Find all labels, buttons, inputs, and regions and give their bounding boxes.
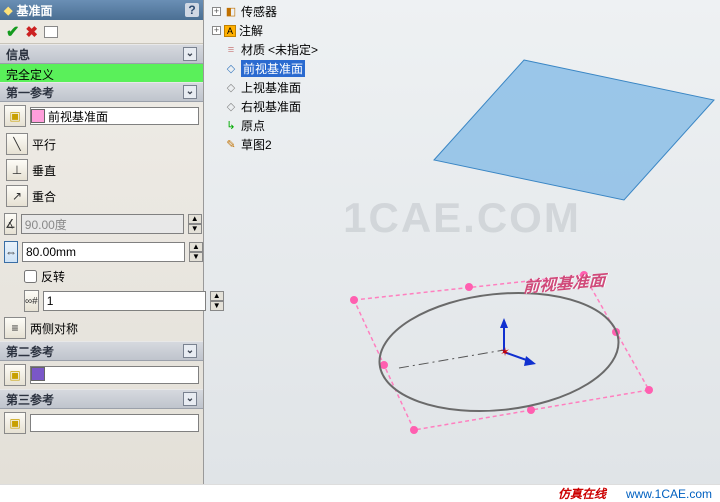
chevron-icon[interactable]: ⌄ bbox=[183, 392, 197, 406]
section-ref2-header[interactable]: 第二参考 ⌄ bbox=[0, 341, 203, 361]
ref2-swatch bbox=[31, 367, 45, 381]
inst-spin-down[interactable]: ▼ bbox=[210, 301, 224, 311]
instances-input[interactable] bbox=[43, 291, 206, 311]
footer-bar: 仿真在线 www.1CAE.com bbox=[0, 484, 720, 502]
ref3-selection-row: ▣ bbox=[0, 409, 203, 437]
constraint-coincident[interactable]: ↗重合 bbox=[4, 184, 199, 208]
inst-spin-up[interactable]: ▲ bbox=[210, 291, 224, 301]
help-button[interactable]: ? bbox=[185, 3, 199, 17]
tree-node-right-plane[interactable]: ◇右视基准面 bbox=[212, 97, 378, 116]
ref1-value: 前视基准面 bbox=[45, 108, 111, 125]
ref1-icon[interactable]: ▣ bbox=[4, 105, 26, 127]
section-ref3-header[interactable]: 第三参考 ⌄ bbox=[0, 389, 203, 409]
centerline bbox=[399, 350, 504, 368]
chevron-icon[interactable]: ⌄ bbox=[183, 47, 197, 61]
tree-node-annotations[interactable]: +A注解 bbox=[212, 21, 378, 40]
pm-title-bar: ◆ 基准面 ? bbox=[0, 0, 203, 20]
pm-title-text: 基准面 bbox=[16, 2, 52, 19]
footer-brand: 仿真在线 bbox=[558, 485, 606, 502]
origin-triad: ✶ bbox=[500, 318, 536, 366]
ref1-selection-row: ▣ 前视基准面 bbox=[0, 102, 203, 130]
dist-spin-up[interactable]: ▲ bbox=[189, 242, 203, 252]
expand-icon[interactable]: + bbox=[212, 26, 221, 35]
flip-checkbox[interactable] bbox=[24, 270, 37, 283]
status-fully-defined: 完全定义 bbox=[0, 64, 203, 82]
tree-node-front-plane[interactable]: ◇前视基准面 bbox=[212, 59, 378, 78]
flip-checkbox-row[interactable]: 反转 bbox=[0, 266, 203, 287]
tree-node-origin[interactable]: ↳原点 bbox=[212, 116, 378, 135]
constraint-parallel[interactable]: ╲平行 bbox=[4, 132, 199, 156]
svg-text:✶: ✶ bbox=[500, 345, 510, 359]
distance-icon[interactable]: ⇔ bbox=[4, 241, 18, 263]
tree-node-sketch2[interactable]: ✎草图2 bbox=[212, 135, 378, 154]
ref1-selection-box[interactable]: 前视基准面 bbox=[30, 107, 199, 125]
ref3-icon[interactable]: ▣ bbox=[4, 412, 26, 434]
pm-confirm-bar: ✔ ✖ bbox=[0, 20, 203, 44]
section-info-header[interactable]: 信息 ⌄ bbox=[0, 44, 203, 64]
sketch-ellipse[interactable] bbox=[374, 282, 625, 422]
footer-url: www.1CAE.com bbox=[626, 487, 712, 501]
tree-node-material[interactable]: ≡材质<未指定> bbox=[212, 40, 378, 59]
cancel-button[interactable]: ✖ bbox=[25, 23, 38, 41]
symmetric-option[interactable]: ≡两侧对称 bbox=[0, 315, 203, 341]
ref2-selection-row: ▣ bbox=[0, 361, 203, 389]
angle-spin-up: ▲ bbox=[188, 214, 202, 224]
distance-input[interactable] bbox=[22, 242, 185, 262]
distance-row: ⇔ ▲▼ bbox=[0, 238, 203, 266]
symmetric-icon: ≡ bbox=[4, 317, 26, 339]
instances-row: ∞# ▲▼ bbox=[0, 287, 203, 315]
chevron-icon[interactable]: ⌄ bbox=[183, 344, 197, 358]
instances-icon: ∞# bbox=[24, 290, 39, 312]
plane-icon: ◆ bbox=[4, 4, 12, 17]
tree-node-sensors[interactable]: +◧传感器 bbox=[212, 2, 378, 21]
ref2-selection-box[interactable] bbox=[30, 366, 199, 384]
chevron-icon[interactable]: ⌄ bbox=[183, 85, 197, 99]
dist-spin-down[interactable]: ▼ bbox=[189, 252, 203, 262]
coincident-icon: ↗ bbox=[6, 185, 28, 207]
perp-icon: ⊥ bbox=[6, 159, 28, 181]
tree-node-top-plane[interactable]: ◇上视基准面 bbox=[212, 78, 378, 97]
ref1-swatch bbox=[31, 109, 45, 123]
ref2-icon[interactable]: ▣ bbox=[4, 364, 26, 386]
angle-input bbox=[21, 214, 184, 234]
constraint-perpendicular[interactable]: ⊥垂直 bbox=[4, 158, 199, 182]
feature-tree[interactable]: +◧传感器 +A注解 ≡材质<未指定> ◇前视基准面 ◇上视基准面 ◇右视基准面… bbox=[210, 0, 380, 156]
pin-button[interactable] bbox=[44, 26, 58, 38]
angle-row: ∡ ▲▼ bbox=[0, 210, 203, 238]
property-manager: ◆ 基准面 ? ✔ ✖ 信息 ⌄ 完全定义 第一参考 ⌄ ▣ 前视基准面 ╲平行… bbox=[0, 0, 204, 484]
offset-plane bbox=[434, 60, 714, 200]
section-ref1-header[interactable]: 第一参考 ⌄ bbox=[0, 82, 203, 102]
angle-icon: ∡ bbox=[4, 213, 17, 235]
expand-icon[interactable]: + bbox=[212, 7, 221, 16]
ref3-selection-box[interactable] bbox=[30, 414, 199, 432]
parallel-icon: ╲ bbox=[6, 133, 28, 155]
ok-button[interactable]: ✔ bbox=[6, 22, 19, 42]
angle-spin-down: ▼ bbox=[188, 224, 202, 234]
